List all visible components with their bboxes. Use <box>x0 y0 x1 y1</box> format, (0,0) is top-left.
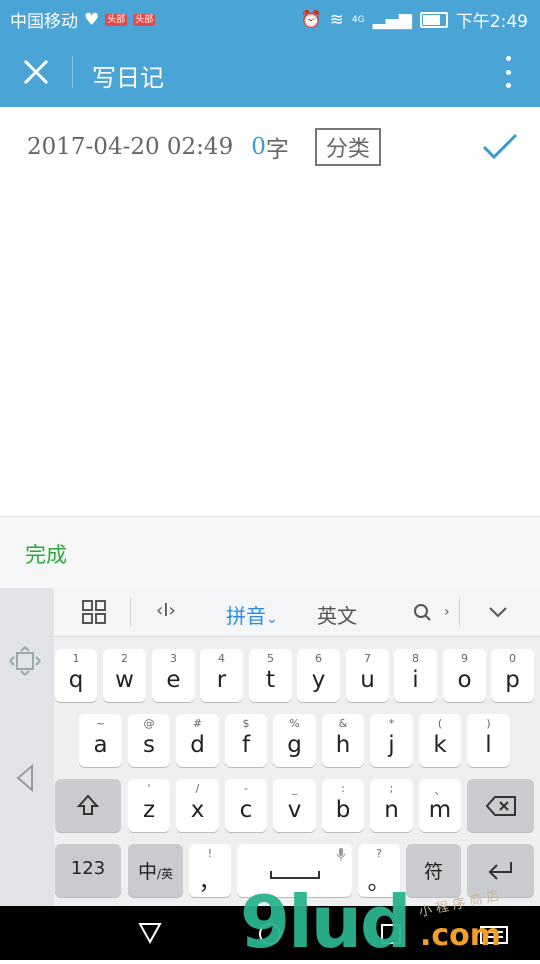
wifi-icon: ≋ <box>329 9 344 30</box>
check-icon[interactable] <box>482 132 518 160</box>
key-s[interactable]: @ s <box>128 714 170 767</box>
keyboard-side-panel <box>0 588 54 906</box>
key-w[interactable]: 2w <box>103 649 146 702</box>
toolbar-divider <box>130 598 131 626</box>
news-badge-2: 头部 <box>133 13 156 26</box>
key-b[interactable]: :b <box>322 779 364 832</box>
alarm-icon: ⏰ <box>300 9 322 30</box>
cursor-move-icon[interactable]: ‹I› <box>156 600 176 621</box>
key-d[interactable]: # d <box>176 714 219 767</box>
battery-icon <box>419 11 448 28</box>
key-l[interactable]: ) l <box>467 714 510 767</box>
key-v[interactable]: _ v <box>273 779 316 832</box>
done-button[interactable]: 完成 <box>25 539 67 569</box>
key-i[interactable]: 8i <box>394 649 437 702</box>
key-f[interactable]: $ f <box>225 714 267 767</box>
tab-english[interactable]: 英文 <box>317 600 357 629</box>
more-icon[interactable] <box>504 56 512 88</box>
carrier-label: 中国移动 <box>10 12 78 32</box>
key-x[interactable]: / x <box>176 779 219 832</box>
backspace-button[interactable] <box>467 779 534 832</box>
space-icon <box>270 871 320 879</box>
key-t[interactable]: 5t <box>249 649 292 702</box>
done-bar: 完成 <box>0 516 540 589</box>
shift-button[interactable] <box>55 779 121 832</box>
news-badge: 头部 <box>105 13 128 26</box>
backspace-icon <box>485 796 516 816</box>
category-button[interactable]: 分类 <box>314 128 381 166</box>
tab-pinyin[interactable]: 拼音⌄ <box>226 600 278 629</box>
entry-meta: 2017-04-20 02:49 0 字 分类 <box>27 128 381 166</box>
key-h[interactable]: & h <box>322 714 364 767</box>
close-icon[interactable] <box>22 58 50 86</box>
float-keyboard-icon[interactable] <box>9 646 41 676</box>
status-bar: 中国移动 ♥ 头部 头部 ⏰ ≋ 4G ▂▄▆ 下午2:49 <box>0 0 540 36</box>
diary-editor[interactable] <box>0 175 540 515</box>
network-type: 4G <box>351 14 365 25</box>
enter-icon <box>488 862 512 880</box>
symbol-button[interactable]: 符 <box>406 844 461 897</box>
key-comma[interactable]: !， <box>189 844 231 897</box>
key-q[interactable]: 1q <box>55 649 97 702</box>
numeric-button[interactable]: 123 <box>55 844 121 897</box>
key-u[interactable]: 7u <box>346 649 389 702</box>
app-bar: 写日记 <box>0 36 540 107</box>
back-nav-icon[interactable] <box>138 922 162 944</box>
entry-date: 2017-04-20 02:49 <box>27 134 234 160</box>
hide-keyboard-icon[interactable] <box>488 606 508 618</box>
key-j[interactable]: * j <box>370 714 413 767</box>
toolbar-divider-2 <box>459 598 460 626</box>
shift-icon <box>76 794 100 815</box>
chevron-down-icon: ⌄ <box>266 611 278 627</box>
key-n[interactable]: ; n <box>370 779 413 832</box>
watermark-suffix: .com <box>420 918 502 953</box>
chevron-right-icon: › <box>444 604 450 620</box>
key-g[interactable]: % g <box>273 714 316 767</box>
key-r[interactable]: 4r <box>200 649 243 702</box>
key-c[interactable]: -c <box>225 779 267 832</box>
watermark-logo: 9lud <box>240 880 412 964</box>
keyboard-toolbar: ‹I› 拼音⌄ 英文 › <box>54 588 540 637</box>
microphone-icon <box>336 848 346 861</box>
key-a[interactable]: ~ a <box>79 714 122 767</box>
grid-menu-icon[interactable] <box>82 600 106 624</box>
key-m[interactable]: 、 m <box>419 779 461 832</box>
search-icon[interactable] <box>412 602 434 624</box>
key-z[interactable]: ' z <box>128 779 170 832</box>
lang-switch-button[interactable]: 中/英 <box>128 844 183 897</box>
clock: 下午2:49 <box>455 12 528 32</box>
word-count: 0 <box>251 134 266 160</box>
key-k[interactable]: (k <box>419 714 461 767</box>
soft-keyboard: ‹I› 拼音⌄ 英文 › 1q 2w 3e 4r 5t 6y 7u 8i 9o … <box>0 588 540 906</box>
appbar-divider <box>72 56 73 88</box>
key-e[interactable]: 3e <box>152 649 195 702</box>
key-o[interactable]: 9o <box>443 649 486 702</box>
word-count-unit: 字 <box>265 137 289 163</box>
page-title: 写日记 <box>92 64 164 92</box>
heart-icon: ♥ <box>84 9 100 30</box>
lang-switch-label: 中/英 <box>137 861 174 883</box>
key-p[interactable]: 0p <box>491 649 534 702</box>
signal-icon: ▂▄▆ <box>372 9 412 30</box>
key-y[interactable]: 6y <box>297 649 340 702</box>
collapse-left-icon[interactable] <box>15 764 35 792</box>
